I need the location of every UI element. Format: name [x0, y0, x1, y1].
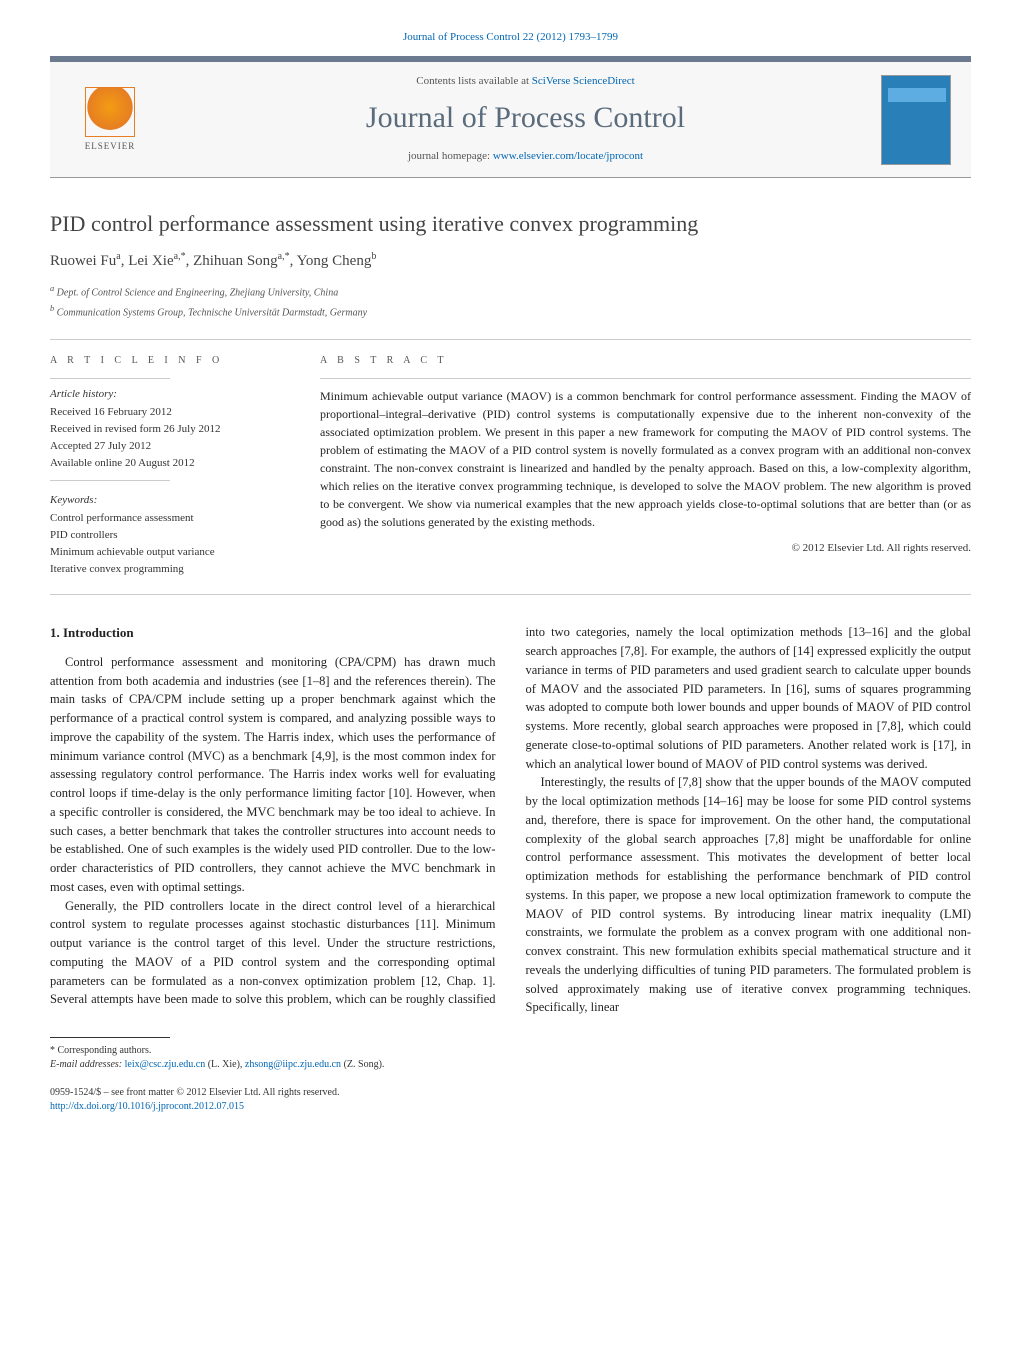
keyword-item: Minimum achievable output variance [50, 545, 290, 561]
body-paragraph: Interestingly, the results of [7,8] show… [526, 773, 972, 1017]
email-who: (L. Xie) [208, 1059, 240, 1070]
keyword-item: PID controllers [50, 528, 290, 544]
divider [320, 378, 971, 379]
abstract-label: A B S T R A C T [320, 354, 971, 369]
author-affil-sup: b [371, 251, 376, 262]
footer-meta: 0959-1524/$ – see front matter © 2012 El… [50, 1086, 971, 1114]
divider [50, 378, 170, 379]
author-affil-sup: a,* [278, 251, 290, 262]
author-name: Lei Xie [128, 253, 173, 269]
homepage-prefix: journal homepage: [408, 150, 493, 162]
abstract-copyright: © 2012 Elsevier Ltd. All rights reserved… [320, 541, 971, 557]
email-label: E-mail addresses: [50, 1059, 125, 1070]
author-email-link[interactable]: zhsong@iipc.zju.edu.cn [245, 1059, 341, 1070]
publisher-logo: ELSEVIER [70, 80, 150, 160]
contents-available-line: Contents lists available at SciVerse Sci… [170, 74, 881, 90]
abstract-text: Minimum achievable output variance (MAOV… [320, 387, 971, 531]
affiliation-a: Dept. of Control Science and Engineering… [57, 287, 339, 298]
abstract-column: A B S T R A C T Minimum achievable outpu… [320, 354, 971, 579]
history-item: Received 16 February 2012 [50, 405, 290, 421]
affiliations: a Dept. of Control Science and Engineeri… [50, 283, 971, 321]
journal-homepage-link[interactable]: www.elsevier.com/locate/jprocont [493, 150, 643, 162]
author-affil-sup: a,* [174, 251, 186, 262]
author-name: Zhihuan Song [193, 253, 278, 269]
elsevier-tree-icon [85, 87, 135, 137]
citation-line: Journal of Process Control 22 (2012) 179… [50, 30, 971, 46]
journal-title: Journal of Process Control [170, 96, 881, 140]
journal-homepage-line: journal homepage: www.elsevier.com/locat… [170, 149, 881, 165]
divider [50, 480, 170, 481]
article-info-sidebar: A R T I C L E I N F O Article history: R… [50, 354, 290, 579]
article-title: PID control performance assessment using… [50, 208, 971, 240]
footnote-separator [50, 1037, 170, 1038]
doi-link[interactable]: http://dx.doi.org/10.1016/j.jprocont.201… [50, 1101, 244, 1112]
author-affil-sup: a [116, 251, 120, 262]
corresponding-footnote: * Corresponding authors. E-mail addresse… [50, 1044, 971, 1072]
history-label: Article history: [50, 387, 290, 403]
section-heading: 1. Introduction [50, 623, 496, 643]
keyword-item: Iterative convex programming [50, 562, 290, 578]
article-body: 1. Introduction Control performance asse… [50, 623, 971, 1017]
contents-prefix: Contents lists available at [416, 75, 531, 87]
sciencedirect-link[interactable]: SciVerse ScienceDirect [532, 75, 635, 87]
journal-cover-thumbnail [881, 75, 951, 165]
author-name: Yong Cheng [297, 253, 372, 269]
history-item: Received in revised form 26 July 2012 [50, 422, 290, 438]
corresponding-label: * Corresponding authors. [50, 1044, 971, 1058]
history-item: Available online 20 August 2012 [50, 456, 290, 472]
author-list: Ruowei Fua, Lei Xiea,*, Zhihuan Songa,*,… [50, 250, 971, 273]
author-email-link[interactable]: leix@csc.zju.edu.cn [125, 1059, 206, 1070]
publisher-name: ELSEVIER [85, 140, 136, 153]
keywords-label: Keywords: [50, 493, 290, 509]
history-item: Accepted 27 July 2012 [50, 439, 290, 455]
issn-line: 0959-1524/$ – see front matter © 2012 El… [50, 1086, 971, 1100]
keyword-item: Control performance assessment [50, 511, 290, 527]
article-info-label: A R T I C L E I N F O [50, 354, 290, 369]
author-name: Ruowei Fu [50, 253, 116, 269]
body-paragraph: Control performance assessment and monit… [50, 653, 496, 897]
journal-header-bar: ELSEVIER Contents lists available at Sci… [50, 56, 971, 178]
affiliation-b: Communication Systems Group, Technische … [57, 307, 367, 318]
email-who: (Z. Song) [344, 1059, 382, 1070]
